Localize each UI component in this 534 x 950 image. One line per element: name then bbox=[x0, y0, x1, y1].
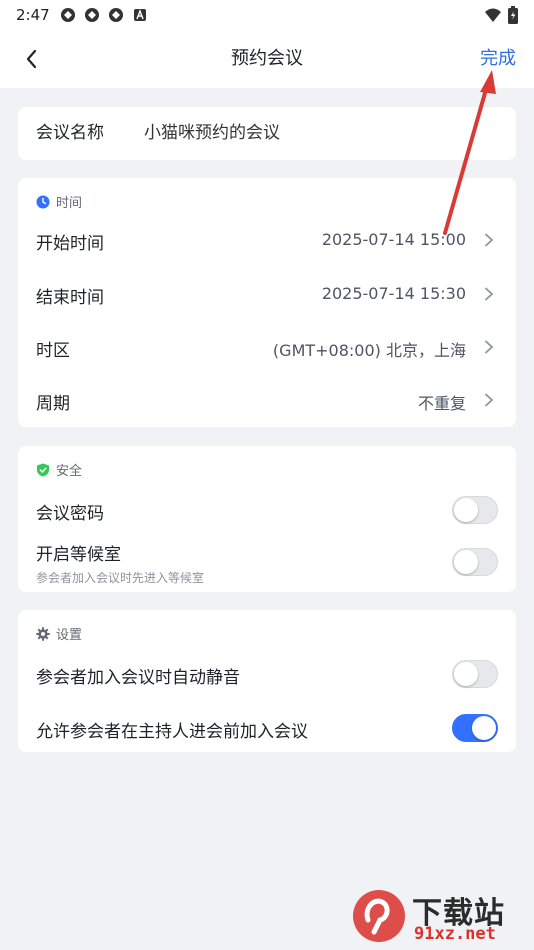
time-section-title: 时间 bbox=[56, 196, 83, 211]
meeting-name-input[interactable]: 小猫咪预约的会议 bbox=[144, 107, 280, 160]
timezone-label: 时区 bbox=[36, 341, 70, 361]
page-title: 预约会议 bbox=[231, 48, 303, 69]
auto-mute-toggle[interactable] bbox=[452, 660, 498, 688]
waiting-room-row: 开启等候室 参会者加入会议时先进入等候室 bbox=[18, 540, 516, 590]
security-section-title: 安全 bbox=[56, 464, 83, 479]
time-card: 时间 开始时间 2025-07-14 15:00 结束时间 2025-07-14… bbox=[18, 178, 516, 427]
password-toggle[interactable] bbox=[452, 496, 498, 524]
auto-mute-row: 参会者加入会议时自动静音 bbox=[18, 654, 516, 694]
sync-icon bbox=[60, 8, 75, 22]
shield-check-icon bbox=[37, 463, 49, 476]
chevron-right-icon bbox=[485, 393, 494, 407]
watermark-url: 91xz.net bbox=[414, 924, 496, 944]
chevron-right-icon bbox=[485, 340, 494, 354]
toggle-knob bbox=[454, 498, 478, 522]
toggle-knob bbox=[454, 550, 478, 574]
waiting-room-description: 参会者加入会议时先进入等候室 bbox=[36, 571, 205, 585]
security-card: 安全 会议密码 开启等候室 参会者加入会议时先进入等候室 bbox=[18, 446, 516, 592]
done-button[interactable]: 完成 bbox=[480, 30, 516, 88]
watermark-logo: 下载站 91xz.net bbox=[350, 886, 530, 948]
battery-icon bbox=[508, 6, 518, 24]
gear-icon bbox=[36, 626, 50, 641]
waiting-room-label: 开启等候室 bbox=[36, 545, 121, 565]
security-section-header: 安全 bbox=[36, 460, 82, 479]
recurrence-row[interactable]: 周期 不重复 bbox=[18, 380, 516, 420]
password-row: 会议密码 bbox=[18, 490, 516, 530]
waiting-room-toggle[interactable] bbox=[452, 548, 498, 576]
chevron-right-icon bbox=[485, 287, 494, 301]
recurrence-label: 周期 bbox=[36, 394, 70, 414]
end-time-value: 2025-07-14 15:30 bbox=[321, 284, 466, 303]
password-label: 会议密码 bbox=[36, 504, 104, 524]
end-time-row[interactable]: 结束时间 2025-07-14 15:30 bbox=[18, 274, 516, 314]
meeting-name-card: 会议名称 小猫咪预约的会议 bbox=[18, 107, 516, 160]
toggle-knob bbox=[472, 716, 496, 740]
auto-mute-label: 参会者加入会议时自动静音 bbox=[36, 668, 240, 688]
status-bar: 2:47 bbox=[0, 0, 534, 30]
chevron-right-icon bbox=[485, 233, 494, 247]
end-time-label: 结束时间 bbox=[36, 288, 104, 308]
sync-icon bbox=[84, 8, 99, 22]
recurrence-value: 不重复 bbox=[417, 394, 466, 413]
settings-section-header: 设置 bbox=[36, 624, 82, 643]
early-join-row: 允许参会者在主持人进会前加入会议 bbox=[18, 708, 516, 748]
timezone-value: (GMT+08:00) 北京，上海 bbox=[272, 341, 466, 360]
early-join-toggle[interactable] bbox=[452, 714, 498, 742]
a-icon bbox=[133, 9, 146, 21]
status-time: 2:47 bbox=[16, 6, 50, 24]
settings-section-title: 设置 bbox=[56, 628, 83, 643]
clock-icon bbox=[36, 195, 50, 208]
start-time-value: 2025-07-14 15:00 bbox=[321, 230, 466, 249]
early-join-label: 允许参会者在主持人进会前加入会议 bbox=[36, 722, 308, 742]
time-section-header: 时间 bbox=[36, 192, 82, 211]
start-time-row[interactable]: 开始时间 2025-07-14 15:00 bbox=[18, 220, 516, 260]
start-time-label: 开始时间 bbox=[36, 234, 104, 254]
timezone-row[interactable]: 时区 (GMT+08:00) 北京，上海 bbox=[18, 327, 516, 367]
sync-icon bbox=[108, 8, 123, 22]
nav-bar: 预约会议 完成 bbox=[0, 30, 534, 88]
wifi-icon bbox=[485, 8, 501, 22]
watermark-emblem-icon bbox=[353, 890, 405, 942]
settings-card: 设置 参会者加入会议时自动静音 允许参会者在主持人进会前加入会议 bbox=[18, 610, 516, 752]
toggle-knob bbox=[454, 662, 478, 686]
meeting-name-label: 会议名称 bbox=[36, 123, 104, 143]
